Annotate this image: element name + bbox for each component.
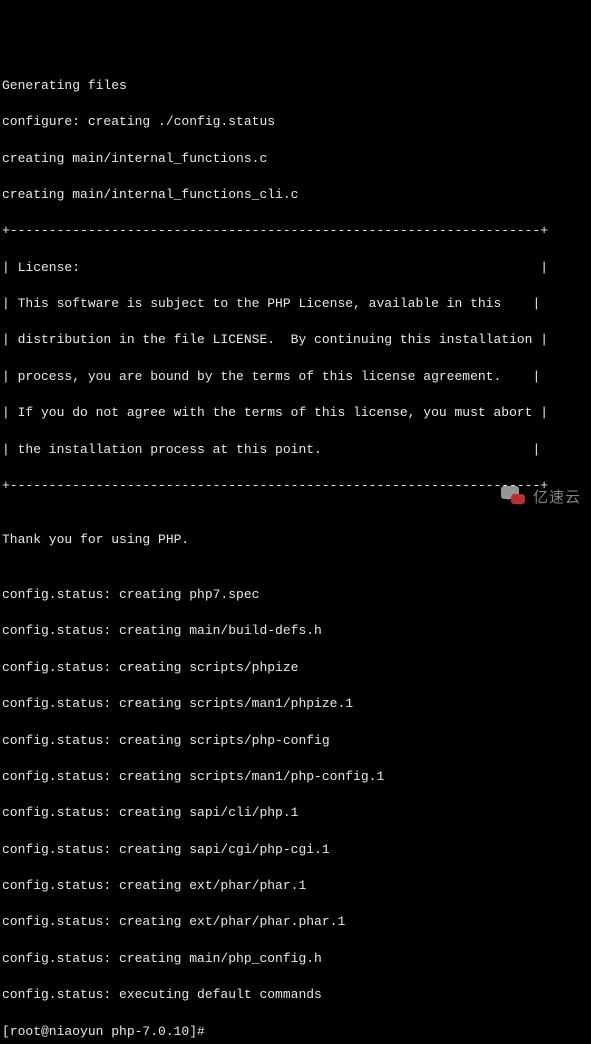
license-box-line: | the installation process at this point… bbox=[2, 441, 589, 459]
license-box-line: | If you do not agree with the terms of … bbox=[2, 404, 589, 422]
terminal-line: Generating files bbox=[2, 77, 589, 95]
prompt-text: [root@niaoyun php-7.0.10]# bbox=[2, 1023, 205, 1041]
license-box-line: | distribution in the file LICENSE. By c… bbox=[2, 331, 589, 349]
license-box-line: | License: | bbox=[2, 259, 589, 277]
config-status-line: config.status: executing default command… bbox=[2, 986, 589, 1004]
cursor bbox=[205, 1023, 213, 1041]
config-status-line: config.status: creating scripts/man1/php… bbox=[2, 768, 589, 786]
config-status-line: config.status: creating sapi/cgi/php-cgi… bbox=[2, 841, 589, 859]
config-status-line: config.status: creating sapi/cli/php.1 bbox=[2, 804, 589, 822]
config-status-line: config.status: creating ext/phar/phar.1 bbox=[2, 877, 589, 895]
terminal-line: creating main/internal_functions.c bbox=[2, 150, 589, 168]
watermark: 亿速云 bbox=[499, 486, 581, 508]
config-status-line: config.status: creating main/php_config.… bbox=[2, 950, 589, 968]
watermark-text: 亿速云 bbox=[533, 487, 581, 508]
config-status-line: config.status: creating main/build-defs.… bbox=[2, 622, 589, 640]
license-box-border: +---------------------------------------… bbox=[2, 222, 589, 240]
config-status-line: config.status: creating scripts/php-conf… bbox=[2, 732, 589, 750]
config-status-line: config.status: creating php7.spec bbox=[2, 586, 589, 604]
config-status-line: config.status: creating scripts/man1/php… bbox=[2, 695, 589, 713]
config-status-line: config.status: creating scripts/phpize bbox=[2, 659, 589, 677]
terminal-line: configure: creating ./config.status bbox=[2, 113, 589, 131]
shell-prompt[interactable]: [root@niaoyun php-7.0.10]# bbox=[2, 1023, 589, 1041]
terminal-line: creating main/internal_functions_cli.c bbox=[2, 186, 589, 204]
config-status-line: config.status: creating ext/phar/phar.ph… bbox=[2, 913, 589, 931]
chat-bubble-icon bbox=[499, 486, 527, 508]
license-box-line: | This software is subject to the PHP Li… bbox=[2, 295, 589, 313]
license-box-line: | process, you are bound by the terms of… bbox=[2, 368, 589, 386]
